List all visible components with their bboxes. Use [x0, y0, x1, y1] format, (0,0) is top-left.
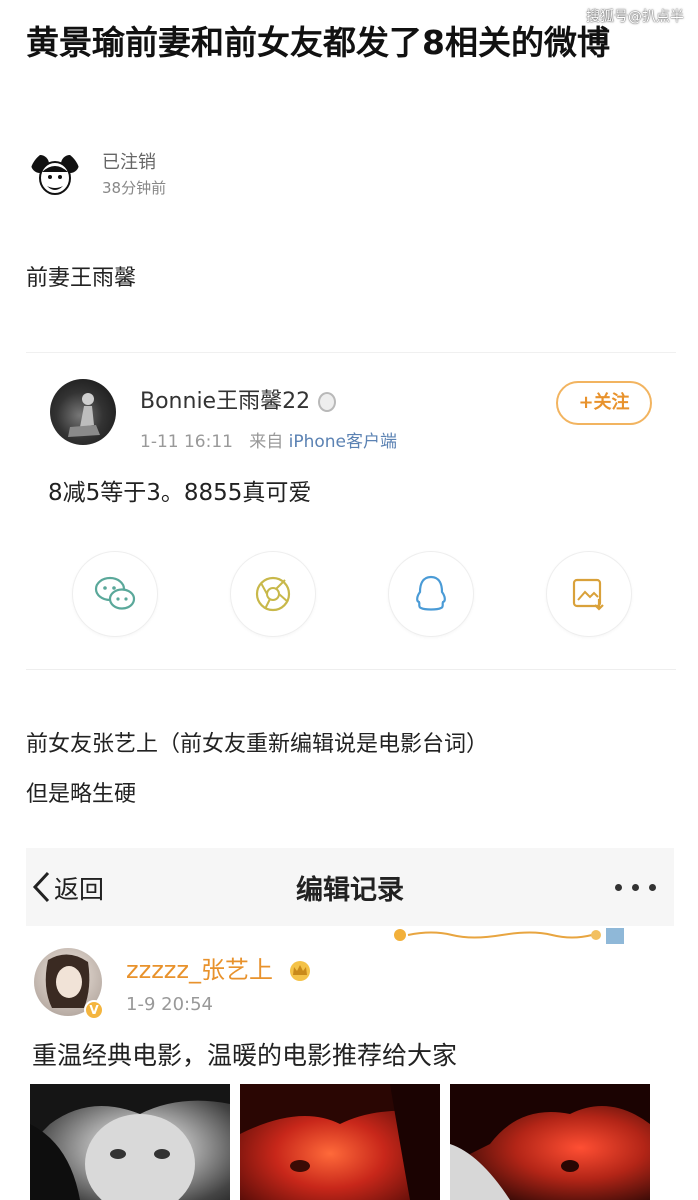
- post-image-2[interactable]: [240, 1084, 440, 1200]
- decorative-banner-icon: [394, 928, 624, 944]
- weibo2-username-text[interactable]: zzzzz_张艺上: [126, 956, 273, 984]
- wechat-icon: [94, 576, 136, 610]
- weibo1-username[interactable]: Bonnie王雨馨22: [140, 383, 337, 415]
- weibo1-date: 1-11 16:11: [140, 432, 233, 452]
- nav-title: 编辑记录: [296, 875, 404, 906]
- share-moments-button[interactable]: [230, 551, 316, 637]
- more-options-icon[interactable]: [615, 884, 656, 891]
- weibo2-content: 重温经典电影，温暖的电影推荐给大家: [32, 1041, 458, 1070]
- share-wechat-button[interactable]: [72, 551, 158, 637]
- save-image-icon: [572, 578, 604, 611]
- verified-badge-icon: V: [84, 1000, 104, 1020]
- author-time: 38分钟前: [102, 179, 167, 197]
- weibo1-content: 8减5等于3。8855真可爱: [48, 480, 312, 506]
- weibo-post-screenshot-2: 返回 编辑记录 V zzzzz_张艺上 1-9 20:54 重温经典电影，温暖的…: [26, 848, 674, 1200]
- qq-icon: [416, 575, 446, 611]
- weibo1-source-prefix: 来自: [249, 432, 284, 452]
- author-avatar[interactable]: [30, 150, 80, 200]
- edit-history-navbar: 返回 编辑记录: [26, 848, 674, 926]
- weibo2-time: 1-9 20:54: [126, 994, 213, 1015]
- share-row: [72, 551, 632, 637]
- weibo1-source-device[interactable]: iPhone客户端: [289, 432, 397, 452]
- follow-button[interactable]: +关注: [556, 381, 652, 425]
- share-save-image-button[interactable]: [546, 551, 632, 637]
- weibo1-username-text[interactable]: Bonnie王雨馨22: [140, 389, 310, 414]
- author-name[interactable]: 已注销: [102, 150, 166, 176]
- weibo-post-screenshot-1: Bonnie王雨馨22 1-11 16:11 来自 iPhone客户端 +关注 …: [26, 352, 676, 670]
- medal-icon: [318, 392, 337, 412]
- person-silhouette-icon: [68, 393, 100, 437]
- author-row[interactable]: 已注销 38分钟前: [30, 150, 166, 200]
- weibo1-avatar[interactable]: [50, 379, 116, 445]
- share-qq-button[interactable]: [388, 551, 474, 637]
- post-image-3[interactable]: [450, 1084, 650, 1200]
- face-photo-1: [30, 1084, 230, 1200]
- crown-icon: [289, 961, 310, 981]
- moments-icon: [255, 576, 291, 612]
- face-photo-2: [240, 1084, 440, 1200]
- cartoon-face-icon: [31, 155, 79, 195]
- section-label-ex-girlfriend: 前女友张艺上（前女友重新编辑说是电影台词）: [26, 732, 489, 757]
- post-image-1[interactable]: [30, 1084, 230, 1200]
- article-title: 黄景瑜前妻和前女友都发了8相关的微博: [26, 23, 610, 62]
- weibo2-username[interactable]: zzzzz_张艺上: [126, 950, 313, 985]
- section-label-ex-girlfriend-comment: 但是略生硬: [26, 782, 137, 807]
- section-label-ex-wife: 前妻王雨馨: [26, 266, 137, 291]
- weibo1-meta: 1-11 16:11 来自 iPhone客户端: [140, 427, 397, 452]
- face-photo-3: [450, 1084, 650, 1200]
